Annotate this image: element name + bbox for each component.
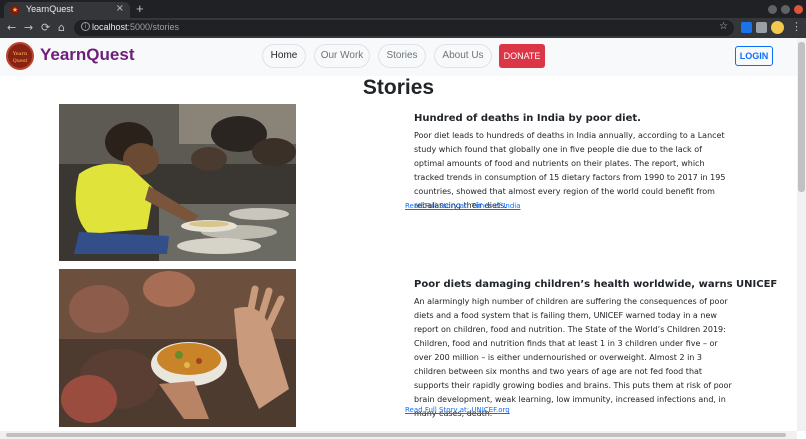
minimize-window-icon[interactable] <box>768 5 777 14</box>
browser-tab[interactable]: ★ YearnQuest × <box>4 2 130 18</box>
story-1-body: Poor diet leads to hundreds of deaths in… <box>414 131 726 210</box>
page-viewport: Yearn Quest YearnQuest Home Our Work Sto… <box>0 38 797 431</box>
story-1-link[interactable]: Read Full Story at: Times of India <box>405 202 521 210</box>
address-bar[interactable]: i localhost:5000/stories ☆ <box>74 20 734 36</box>
url-text: localhost:5000/stories <box>92 22 179 32</box>
extension-icon[interactable] <box>741 22 752 33</box>
nav-our-work[interactable]: Our Work <box>314 44 370 68</box>
browser-toolbar: ← → ⟳ ⌂ i localhost:5000/stories ☆ ⋮ <box>0 18 806 38</box>
story-image-children-eating <box>59 104 296 261</box>
vertical-scrollbar-thumb[interactable] <box>798 42 805 192</box>
donate-button[interactable]: DONATE <box>499 44 545 68</box>
site-favicon-icon: ★ <box>10 5 20 15</box>
bookmark-star-icon[interactable]: ☆ <box>719 21 728 32</box>
site-info-icon[interactable]: i <box>81 22 90 31</box>
reload-icon[interactable]: ⟳ <box>41 21 50 35</box>
brand-name[interactable]: YearnQuest <box>40 45 135 65</box>
tab-close-icon[interactable]: × <box>116 3 124 14</box>
story-1-title: Hundred of deaths in India by poor diet. <box>414 113 641 124</box>
back-icon[interactable]: ← <box>7 21 16 35</box>
browser-tabstrip: ★ YearnQuest × + <box>0 0 806 18</box>
nav-about-us[interactable]: About Us <box>434 44 492 68</box>
vertical-scrollbar[interactable] <box>797 38 806 431</box>
forward-icon[interactable]: → <box>24 21 33 35</box>
story-2-title: Poor diets damaging children’s health wo… <box>414 279 778 290</box>
tab-title: YearnQuest <box>26 4 74 14</box>
horizontal-scrollbar-thumb[interactable] <box>6 433 786 437</box>
story-2-link[interactable]: Read Full Story at: UNICEF.org <box>405 406 510 414</box>
home-icon[interactable]: ⌂ <box>58 21 65 35</box>
nav-home[interactable]: Home <box>262 44 306 68</box>
story-2-body: An alarmingly high number of children ar… <box>414 297 732 418</box>
page-title: Stories <box>362 76 435 99</box>
horizontal-scrollbar[interactable] <box>0 431 797 439</box>
story-image-child-food-bowl <box>59 269 296 427</box>
site-navbar: Yearn Quest YearnQuest Home Our Work Sto… <box>0 38 797 76</box>
new-tab-icon[interactable]: + <box>136 1 144 16</box>
url-path: :5000/stories <box>127 22 180 32</box>
site-logo[interactable]: Yearn Quest <box>6 42 34 70</box>
puzzle-extensions-icon[interactable] <box>756 22 767 33</box>
story-photo-1 <box>59 104 296 261</box>
profile-avatar[interactable] <box>771 21 784 34</box>
close-window-icon[interactable] <box>794 5 803 14</box>
url-host: localhost <box>92 22 128 32</box>
nav-stories[interactable]: Stories <box>378 44 426 68</box>
maximize-window-icon[interactable] <box>781 5 790 14</box>
browser-menu-icon[interactable]: ⋮ <box>791 21 802 33</box>
story-photo-2 <box>59 269 296 427</box>
login-button[interactable]: LOGIN <box>735 46 773 66</box>
